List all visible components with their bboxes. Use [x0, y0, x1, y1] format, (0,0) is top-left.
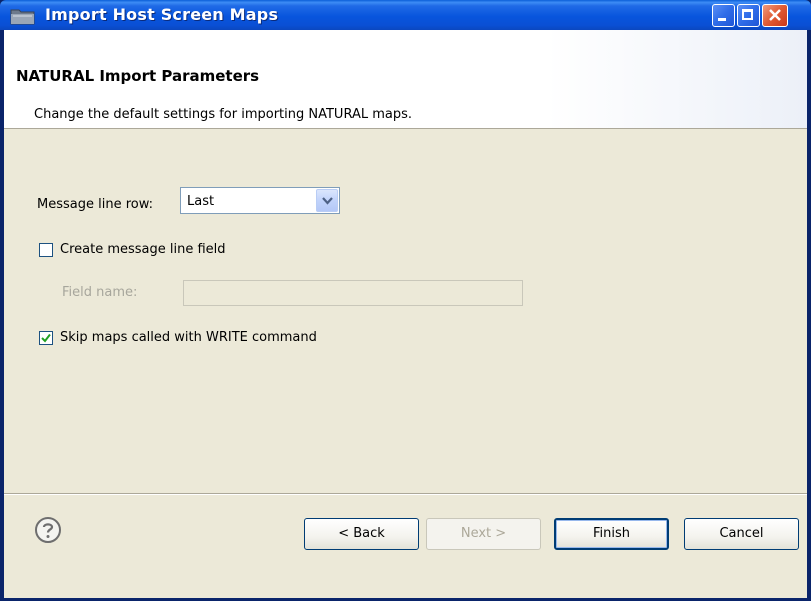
import-dialog-window: Import Host Screen Maps NATURAL Import P…	[0, 0, 811, 601]
create-message-line-checkbox[interactable]	[39, 243, 53, 257]
maximize-button[interactable]	[737, 4, 760, 27]
page-description: Change the default settings for importin…	[34, 107, 413, 122]
title-bar[interactable]: Import Host Screen Maps	[0, 0, 811, 30]
field-name-label: Field name:	[62, 285, 138, 300]
cancel-button[interactable]: Cancel	[684, 518, 799, 550]
page-title: NATURAL Import Parameters	[16, 67, 260, 85]
minimize-button[interactable]	[712, 4, 735, 27]
field-name-input[interactable]	[183, 280, 523, 306]
message-line-row-label: Message line row:	[37, 197, 154, 212]
help-icon[interactable]	[34, 516, 62, 544]
message-line-row-select[interactable]: Last	[180, 187, 340, 214]
create-message-line-label[interactable]: Create message line field	[60, 242, 226, 257]
dialog-client-area: NATURAL Import Parameters Change the def…	[4, 30, 807, 598]
skip-maps-checkbox[interactable]	[39, 331, 53, 345]
checkmark-icon	[41, 333, 51, 343]
chevron-down-icon	[322, 197, 333, 205]
next-button[interactable]: Next >	[426, 518, 541, 550]
message-line-row-value: Last	[187, 194, 215, 209]
folder-import-icon	[10, 9, 35, 25]
footer-divider	[4, 493, 807, 495]
close-button[interactable]	[762, 4, 788, 27]
header-banner-shade	[547, 30, 807, 128]
window-title: Import Host Screen Maps	[45, 5, 279, 24]
back-button[interactable]: < Back	[304, 518, 419, 550]
skip-maps-label[interactable]: Skip maps called with WRITE command	[60, 330, 317, 345]
finish-button[interactable]: Finish	[554, 518, 669, 550]
close-icon	[769, 9, 781, 21]
dropdown-button[interactable]	[316, 189, 338, 212]
wizard-header: NATURAL Import Parameters Change the def…	[4, 30, 807, 129]
